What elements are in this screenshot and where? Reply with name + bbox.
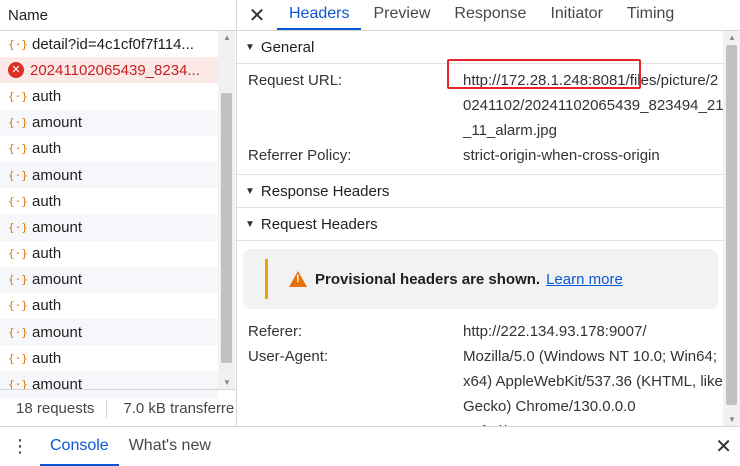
- request-headers-section-header[interactable]: ▼ Request Headers: [237, 208, 740, 241]
- request-row[interactable]: {·} detail?id=4c1cf0f7f114...: [0, 31, 218, 57]
- referrer-policy-row: Referrer Policy: strict-origin-when-cros…: [237, 143, 740, 168]
- xhr-icon: {·}: [8, 142, 28, 156]
- request-list-scrollbar[interactable]: ▲ ▼: [218, 31, 235, 389]
- scrollbar-thumb[interactable]: [221, 93, 232, 363]
- xhr-icon: {·}: [8, 116, 28, 130]
- scroll-up-arrow-icon[interactable]: ▲: [728, 33, 736, 42]
- xhr-icon: {·}: [8, 168, 28, 182]
- request-row[interactable]: {·} auth: [0, 188, 218, 214]
- request-details-panel: ✕ Headers Preview Response Initiator Tim…: [237, 0, 740, 426]
- close-icon[interactable]: ✕: [237, 3, 277, 28]
- referrer-policy-value[interactable]: strict-origin-when-cross-origin: [463, 143, 725, 168]
- xhr-icon: {·}: [8, 194, 28, 208]
- xhr-icon: {·}: [8, 247, 28, 261]
- user-agent-value[interactable]: Mozilla/5.0 (Windows NT 10.0; Win64; x64…: [463, 344, 725, 426]
- referer-row: Referer: http://222.134.93.178:9007/: [237, 319, 740, 344]
- tab-preview[interactable]: Preview: [361, 0, 442, 30]
- tab-response[interactable]: Response: [442, 0, 538, 30]
- url-highlight-box: [447, 59, 641, 89]
- request-list: {·} detail?id=4c1cf0f7f114... ✕ 2024110206…: [0, 31, 218, 398]
- xhr-icon: {·}: [8, 325, 28, 339]
- request-row[interactable]: {·} auth: [0, 136, 218, 162]
- request-count: 18 requests: [16, 400, 95, 417]
- warning-icon: [289, 271, 307, 287]
- xhr-icon: {·}: [8, 273, 28, 287]
- scroll-down-arrow-icon[interactable]: ▼: [223, 378, 231, 387]
- xhr-icon: {·}: [8, 299, 28, 313]
- status-bar: 18 requests 7.0 kB transferre: [0, 389, 236, 427]
- collapse-triangle-icon: ▼: [245, 218, 255, 230]
- request-row[interactable]: {·} auth: [0, 83, 218, 109]
- provisional-headers-warning: Provisional headers are shown. Learn mor…: [243, 249, 718, 309]
- xhr-icon: {·}: [8, 220, 28, 234]
- xhr-icon: {·}: [8, 351, 28, 365]
- scroll-up-arrow-icon[interactable]: ▲: [223, 33, 231, 42]
- tab-console[interactable]: Console: [40, 427, 119, 466]
- more-options-icon[interactable]: ⋮: [0, 436, 40, 457]
- warning-accent-bar: [265, 259, 268, 299]
- request-row[interactable]: {·} amount: [0, 319, 218, 346]
- tab-headers[interactable]: Headers: [277, 0, 362, 30]
- user-agent-row: User-Agent: Mozilla/5.0 (Windows NT 10.0…: [237, 344, 740, 426]
- request-row[interactable]: {·} amount: [0, 214, 218, 241]
- request-row[interactable]: {·} auth: [0, 241, 218, 267]
- request-row[interactable]: {·} amount: [0, 109, 218, 136]
- bottom-drawer: ⋮ Console What's new ✕: [0, 426, 740, 466]
- collapse-triangle-icon: ▼: [245, 185, 255, 197]
- request-row-error[interactable]: ✕ 20241102065439_8234...: [0, 57, 218, 84]
- referer-value[interactable]: http://222.134.93.178:9007/: [463, 319, 725, 344]
- tab-initiator[interactable]: Initiator: [538, 0, 614, 30]
- learn-more-link[interactable]: Learn more: [546, 271, 623, 288]
- request-row[interactable]: {·} amount: [0, 266, 218, 293]
- transferred-size: 7.0 kB transferre: [123, 400, 235, 417]
- request-row[interactable]: {·} amount: [0, 161, 218, 189]
- collapse-triangle-icon: ▼: [245, 41, 255, 53]
- tab-timing[interactable]: Timing: [615, 0, 686, 30]
- name-column-header[interactable]: Name: [0, 0, 236, 31]
- request-row[interactable]: {·} auth: [0, 345, 218, 371]
- error-icon: ✕: [8, 62, 24, 79]
- details-tabbar: ✕ Headers Preview Response Initiator Tim…: [237, 0, 740, 31]
- scroll-down-arrow-icon[interactable]: ▼: [728, 415, 736, 424]
- response-headers-section-header[interactable]: ▼ Response Headers: [237, 174, 740, 208]
- close-drawer-icon[interactable]: ✕: [715, 434, 732, 459]
- tab-whats-new[interactable]: What's new: [119, 427, 221, 466]
- request-row[interactable]: {·} auth: [0, 293, 218, 319]
- details-scrollbar[interactable]: ▲ ▼: [723, 31, 740, 426]
- scrollbar-thumb[interactable]: [726, 45, 737, 405]
- request-list-panel: Name {·} detail?id=4c1cf0f7f114... ✕ 20241…: [0, 0, 237, 426]
- xhr-icon: {·}: [8, 89, 28, 103]
- xhr-icon: {·}: [8, 37, 28, 51]
